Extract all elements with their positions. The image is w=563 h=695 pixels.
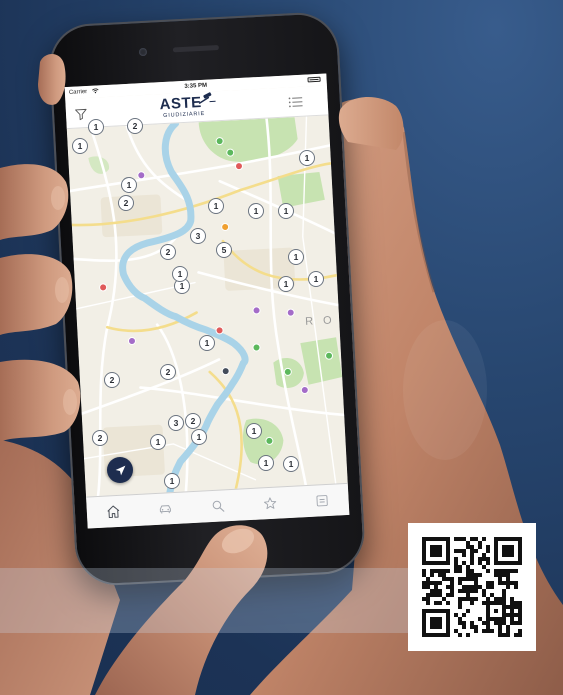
qr-code-card <box>408 523 536 651</box>
location-arrow-icon <box>115 465 125 475</box>
list-icon <box>316 495 329 507</box>
overlay-band <box>0 568 410 633</box>
map-cluster-marker[interactable]: 2 <box>104 372 120 388</box>
map-cluster-marker[interactable]: 2 <box>185 413 201 429</box>
map-cluster-marker[interactable]: 1 <box>150 434 166 450</box>
map-cluster-marker[interactable]: 3 <box>190 228 206 244</box>
map-cluster-marker[interactable]: 5 <box>216 242 232 258</box>
qr-code <box>422 537 522 637</box>
current-location-button[interactable] <box>107 457 133 483</box>
tab-list[interactable] <box>295 484 349 518</box>
map-cluster-marker[interactable]: 1 <box>278 276 294 292</box>
map-cluster-marker[interactable]: 1 <box>72 138 88 154</box>
map-cluster-marker[interactable]: 2 <box>160 244 176 260</box>
map-cluster-marker[interactable]: 1 <box>258 455 274 471</box>
map-cluster-marker[interactable]: 1 <box>283 456 299 472</box>
search-icon <box>212 500 225 512</box>
map-cluster-marker[interactable]: 1 <box>288 249 304 265</box>
earpiece-speaker <box>172 45 219 53</box>
map-cluster-marker[interactable]: 1 <box>88 119 104 135</box>
car-icon <box>159 505 172 514</box>
list-menu-icon[interactable] <box>287 95 304 110</box>
front-camera <box>138 47 148 57</box>
map-view[interactable]: RO <box>66 115 348 497</box>
app-screen: Carrier 3:35 PM ASTE GIUDIZIARIE RO <box>64 73 350 529</box>
map-cluster-marker[interactable]: 1 <box>246 423 262 439</box>
map-cluster-marker[interactable]: 2 <box>127 118 143 134</box>
map-cluster-marker[interactable]: 1 <box>199 335 215 351</box>
map-cluster-marker[interactable]: 1 <box>248 203 264 219</box>
tab-vehicles[interactable] <box>138 492 192 526</box>
right-fingertip <box>338 96 404 150</box>
map-cluster-marker[interactable]: 3 <box>168 415 184 431</box>
map-cluster-marker[interactable]: 2 <box>118 195 134 211</box>
map-cluster-marker[interactable]: 2 <box>160 364 176 380</box>
star-icon <box>263 497 277 510</box>
map-cluster-marker[interactable]: 1 <box>164 473 180 489</box>
tab-home[interactable] <box>86 495 140 529</box>
filter-icon[interactable] <box>74 107 89 122</box>
tab-search[interactable] <box>191 489 245 523</box>
tab-favorites[interactable] <box>243 487 297 521</box>
map-cluster-marker[interactable]: 1 <box>299 150 315 166</box>
map-cluster-marker[interactable]: 1 <box>191 429 207 445</box>
map-cluster-marker[interactable]: 1 <box>208 198 224 214</box>
map-cluster-marker[interactable]: 1 <box>121 177 137 193</box>
home-icon <box>107 505 119 519</box>
map-cluster-marker[interactable]: 1 <box>278 203 294 219</box>
map-cluster-marker[interactable]: 1 <box>172 266 188 282</box>
map-cluster-marker[interactable]: 1 <box>308 271 324 287</box>
gavel-icon <box>198 92 216 104</box>
map-area-label: RO <box>305 314 342 328</box>
map-cluster-marker[interactable]: 2 <box>92 430 108 446</box>
logo-subtitle: GIUDIZIARIE <box>163 110 206 120</box>
battery-icon <box>307 76 321 83</box>
